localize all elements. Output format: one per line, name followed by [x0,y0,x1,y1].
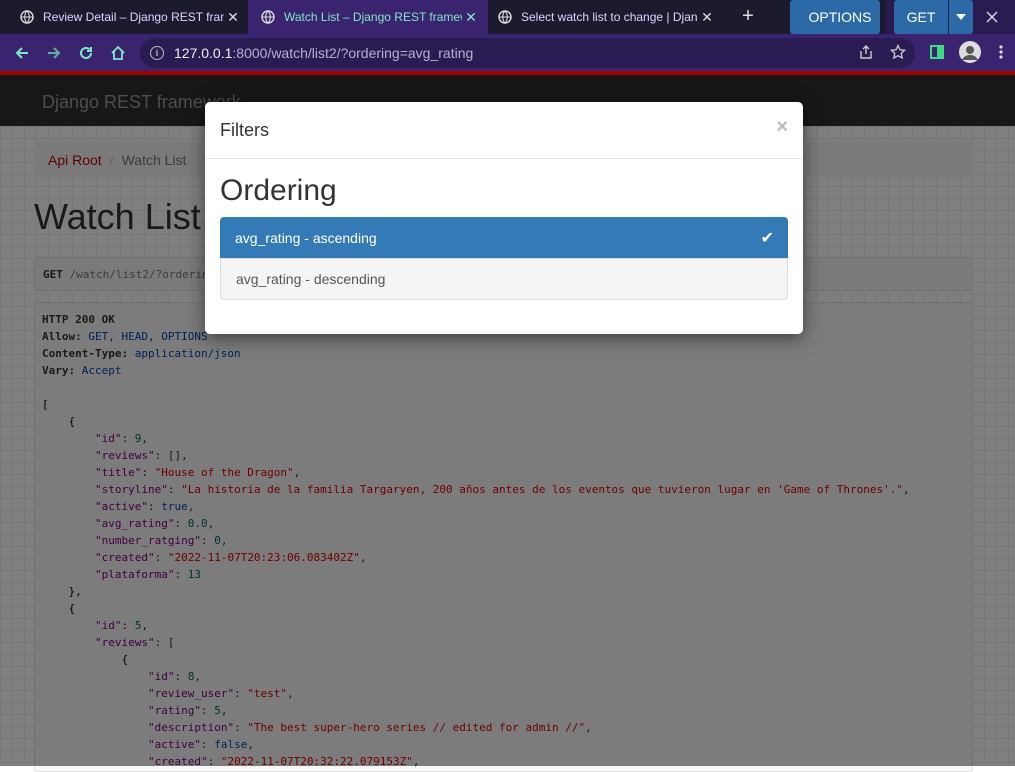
address-bar[interactable]: i 127.0.0.1:8000/watch/list2/?ordering=a… [140,38,915,68]
menu-icon[interactable] [991,42,1011,62]
profile-avatar[interactable] [958,40,982,64]
option-label: avg_rating - ascending [235,229,377,246]
new-tab-button[interactable]: + [738,6,758,28]
modal-title: Filters [220,120,269,140]
globe-icon [261,10,275,24]
globe-icon [20,10,34,24]
tab-title: Select watch list to change | Django sit… [521,10,698,24]
share-icon[interactable] [856,42,876,62]
close-tab-icon[interactable]: ✕ [698,9,716,26]
close-window-button[interactable] [969,0,1015,34]
browser-toolbar: i 127.0.0.1:8000/watch/list2/?ordering=a… [0,34,1015,71]
get-format-dropdown[interactable] [949,0,973,34]
close-tab-icon[interactable]: ✕ [224,9,242,26]
back-icon[interactable] [11,42,33,64]
tab-admin[interactable]: Select watch list to change | Django sit… [490,0,722,34]
tab-title: Watch List – Django REST framework [284,10,462,24]
ordering-heading: Ordering [220,174,337,207]
ordering-option-descending[interactable]: avg_rating - descending [220,258,788,300]
bookmark-star-icon[interactable] [888,42,908,62]
globe-icon [498,10,512,24]
modal-header: Filters × [205,102,803,159]
check-icon: ✔ [760,230,774,247]
option-label: avg_rating - descending [236,271,386,287]
url-text: 127.0.0.1:8000/watch/list2/?ordering=avg… [174,45,474,61]
get-button[interactable]: GET [894,0,948,34]
tab-title: Review Detail – Django REST framework [43,10,224,24]
site-info-icon[interactable]: i [150,46,164,60]
close-tab-icon[interactable]: ✕ [462,9,480,26]
home-icon[interactable] [107,42,129,64]
ordering-option-ascending[interactable]: avg_rating - ascending ✔ [220,217,788,258]
sidebar-icon[interactable] [927,42,947,62]
tab-watch-list[interactable]: Watch List – Django REST framework ✕ [248,0,488,34]
forward-icon[interactable] [43,42,65,64]
filters-modal: Filters × Ordering avg_rating - ascendin… [205,102,803,334]
tab-review-detail[interactable]: Review Detail – Django REST framework ✕ [0,0,248,34]
modal-close-icon[interactable]: × [776,116,788,139]
reload-icon[interactable] [75,42,97,64]
options-button[interactable]: OPTIONS [790,0,880,34]
